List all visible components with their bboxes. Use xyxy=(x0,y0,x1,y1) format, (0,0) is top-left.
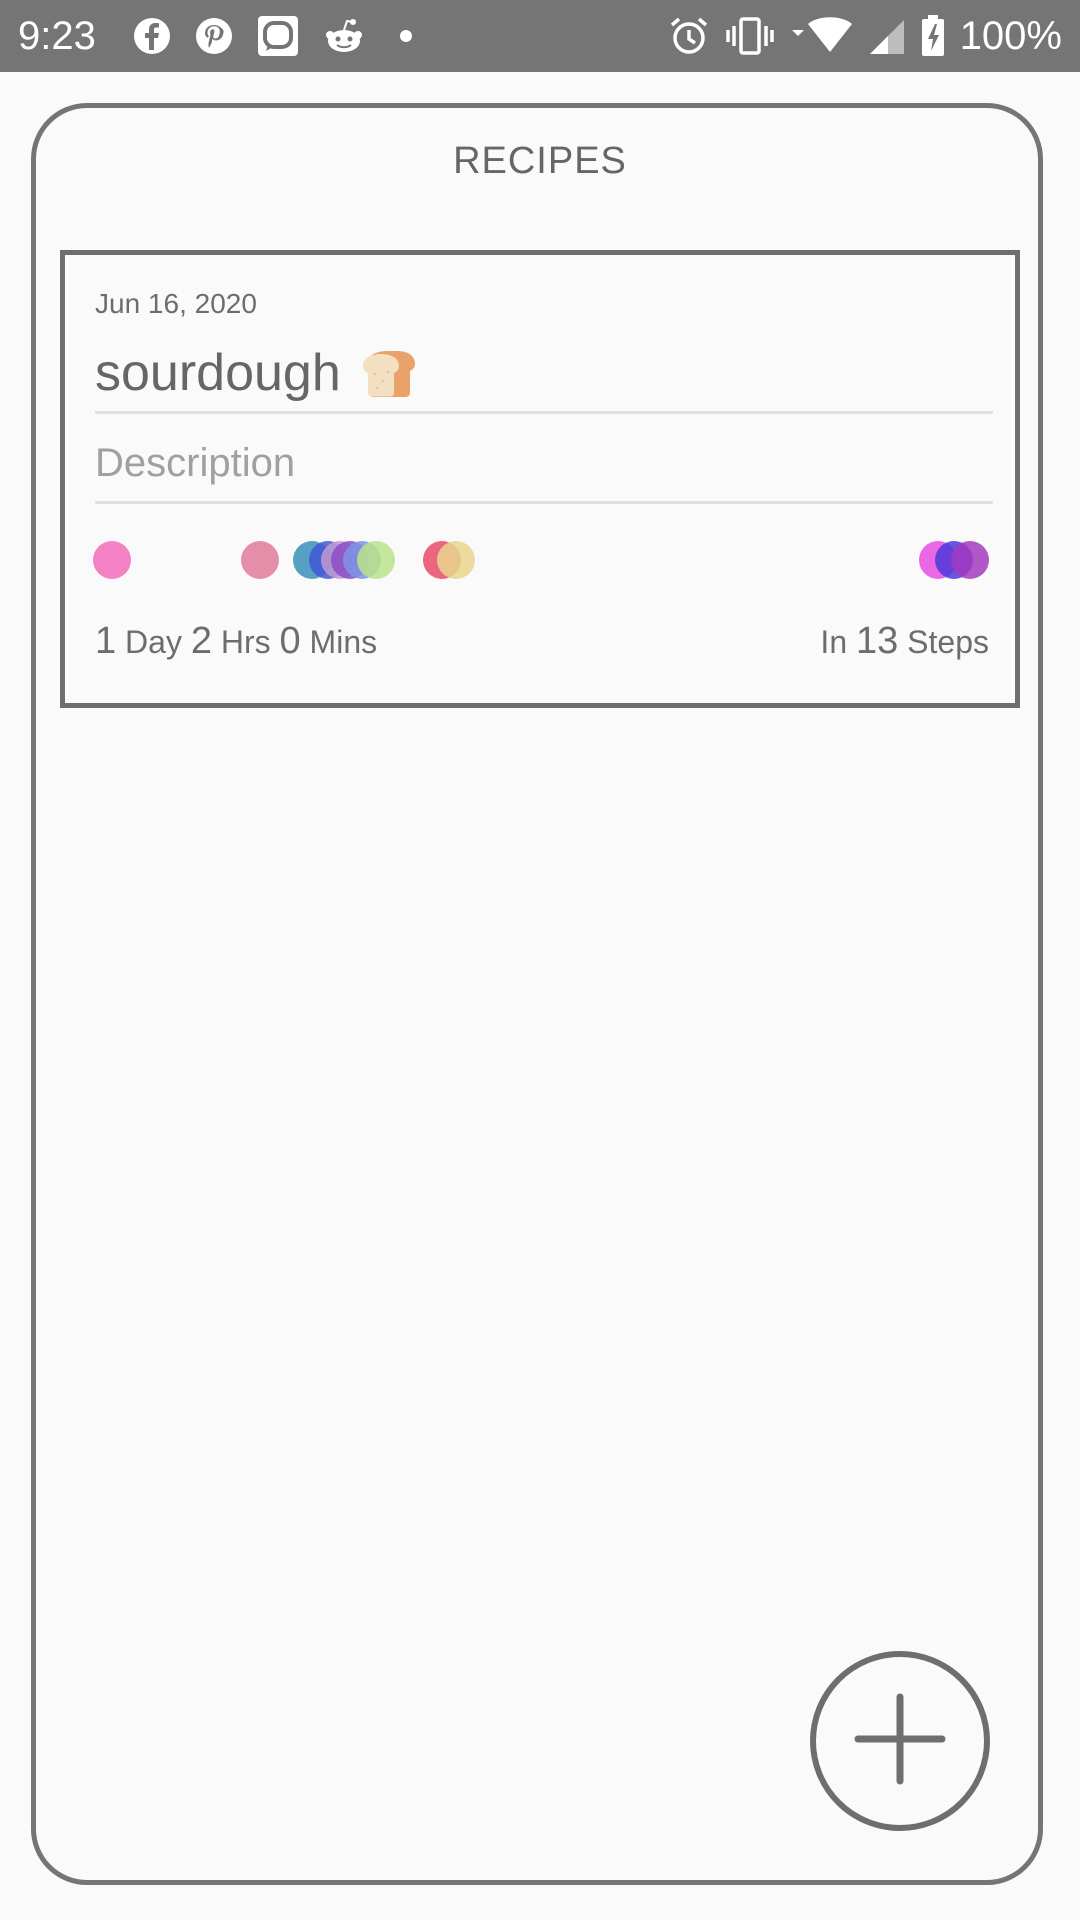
plus-icon xyxy=(850,1689,950,1794)
messenger-lite-icon xyxy=(256,14,300,58)
step-dot xyxy=(357,541,395,579)
step-dot xyxy=(951,541,989,579)
steps-prefix: In xyxy=(820,624,848,660)
duration-hours-unit: Hrs xyxy=(220,624,271,660)
steps-count: 13 xyxy=(856,620,899,662)
steps-unit: Steps xyxy=(907,624,989,660)
recipe-description-placeholder: Description xyxy=(95,440,296,485)
duration-days-unit: Day xyxy=(125,624,182,660)
step-dot xyxy=(437,541,475,579)
page-title: RECIPES xyxy=(453,140,627,182)
bread-icon xyxy=(359,348,421,398)
duration-minutes-value: 0 xyxy=(279,620,301,662)
wifi-icon xyxy=(790,16,854,56)
pinterest-icon xyxy=(194,16,234,56)
recipe-title: sourdough xyxy=(95,344,341,402)
recipe-title-field[interactable]: sourdough xyxy=(95,335,993,414)
status-bar: 9:23 100% xyxy=(0,0,1080,72)
facebook-icon xyxy=(132,16,172,56)
recipe-step-count: In 13 Steps xyxy=(820,620,989,663)
recipe-duration: 1 Day 2 Hrs 0 Mins xyxy=(95,620,377,663)
recipe-description-field[interactable]: Description xyxy=(95,425,993,504)
reddit-icon xyxy=(322,16,366,56)
alarm-icon xyxy=(668,15,710,57)
battery-charging-icon xyxy=(920,14,946,58)
battery-percent: 100% xyxy=(959,14,1062,58)
status-time: 9:23 xyxy=(18,14,96,58)
step-dot xyxy=(93,541,131,579)
recipe-steps-timeline xyxy=(93,541,995,581)
system-icons: 100% xyxy=(668,12,1062,60)
vibrate-icon xyxy=(724,16,776,56)
duration-minutes-unit: Mins xyxy=(309,624,378,660)
duration-hours-value: 2 xyxy=(190,620,212,662)
signal-icon xyxy=(868,16,906,56)
duration-days-value: 1 xyxy=(95,620,117,662)
step-dot xyxy=(241,541,279,579)
add-recipe-button[interactable] xyxy=(810,1651,990,1831)
notification-icons xyxy=(132,14,424,58)
more-notifications-dot-icon xyxy=(388,26,424,46)
recipe-date: Jun 16, 2020 xyxy=(95,288,257,319)
recipe-card[interactable]: Jun 16, 2020 sourdough Description 1 Day… xyxy=(60,250,1020,708)
